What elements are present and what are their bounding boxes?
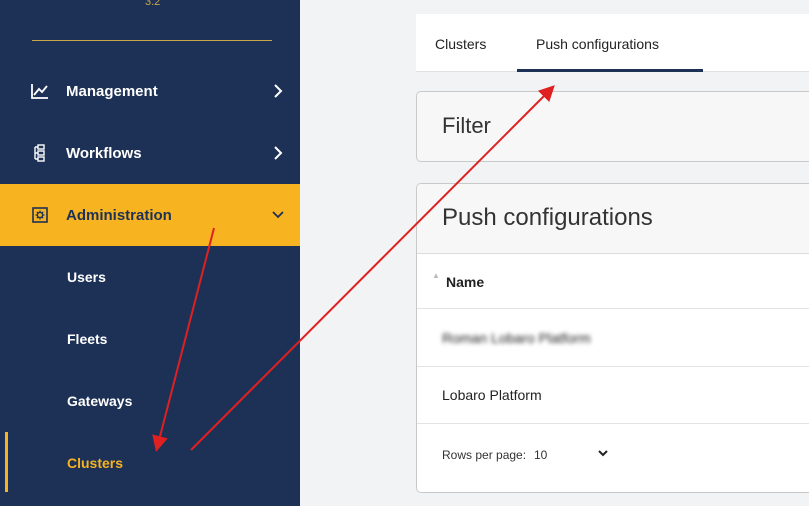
panel-title: Push configurations <box>442 204 653 231</box>
chevron-down-icon <box>270 207 286 223</box>
table-row[interactable]: Roman Lobaro Platform <box>417 310 809 367</box>
sidebar-subitem-label: Fleets <box>67 331 108 347</box>
sidebar-subitem-label: Gateways <box>67 393 133 409</box>
active-marker <box>5 432 8 492</box>
tab-clusters[interactable]: Clusters <box>435 36 486 52</box>
sort-icon[interactable]: ▲ <box>432 271 440 280</box>
app-root: 3.2 Management Workflows Administration … <box>0 0 809 506</box>
chart-line-icon <box>30 81 50 101</box>
filter-panel[interactable]: Filter <box>416 91 809 162</box>
sidebar: 3.2 Management Workflows Administration … <box>0 0 300 506</box>
rows-per-page-label: Rows per page: <box>442 448 527 462</box>
sidebar-subitem-gateways[interactable]: Gateways <box>0 370 300 432</box>
rows-per-page-select[interactable]: 10 <box>534 448 547 462</box>
sidebar-item-label: Workflows <box>66 144 142 162</box>
filter-title: Filter <box>442 113 491 138</box>
sidebar-subitem-clusters[interactable]: Clusters <box>0 432 300 494</box>
sidebar-item-label: Management <box>66 82 158 100</box>
table-row[interactable]: Lobaro Platform <box>417 367 809 424</box>
tab-push-configurations[interactable]: Push configurations <box>536 36 659 52</box>
sidebar-subitem-label: Clusters <box>67 455 124 471</box>
sidebar-item-workflows[interactable]: Workflows <box>0 122 300 184</box>
active-tab-indicator <box>517 69 703 72</box>
column-header-name[interactable]: Name <box>446 274 484 290</box>
sidebar-subitem-fleets[interactable]: Fleets <box>0 308 300 370</box>
workflow-icon <box>30 143 50 163</box>
chevron-right-icon <box>270 145 286 161</box>
push-configurations-panel: Push configurations ▲ Name Roman Lobaro … <box>416 183 809 493</box>
sidebar-item-management[interactable]: Management <box>0 60 300 122</box>
sidebar-subitem-users[interactable]: Users <box>0 246 300 308</box>
settings-box-icon <box>30 205 50 225</box>
table-cell-name: Lobaro Platform <box>442 387 542 403</box>
sidebar-item-label: Administration <box>66 206 172 224</box>
version-label: 3.2 <box>145 0 161 8</box>
tab-bar: Clusters Push configurations <box>416 14 809 72</box>
sidebar-subitem-label: Users <box>67 269 106 285</box>
table-cell-name: Roman Lobaro Platform <box>442 330 591 346</box>
sidebar-item-administration[interactable]: Administration <box>0 184 300 246</box>
sidebar-divider <box>32 40 272 41</box>
table-footer: Rows per page: 10 <box>417 424 809 492</box>
chevron-down-icon[interactable] <box>597 446 609 458</box>
chevron-right-icon <box>270 83 286 99</box>
table-header: ▲ Name <box>417 254 809 309</box>
panel-header: Push configurations <box>417 184 809 254</box>
